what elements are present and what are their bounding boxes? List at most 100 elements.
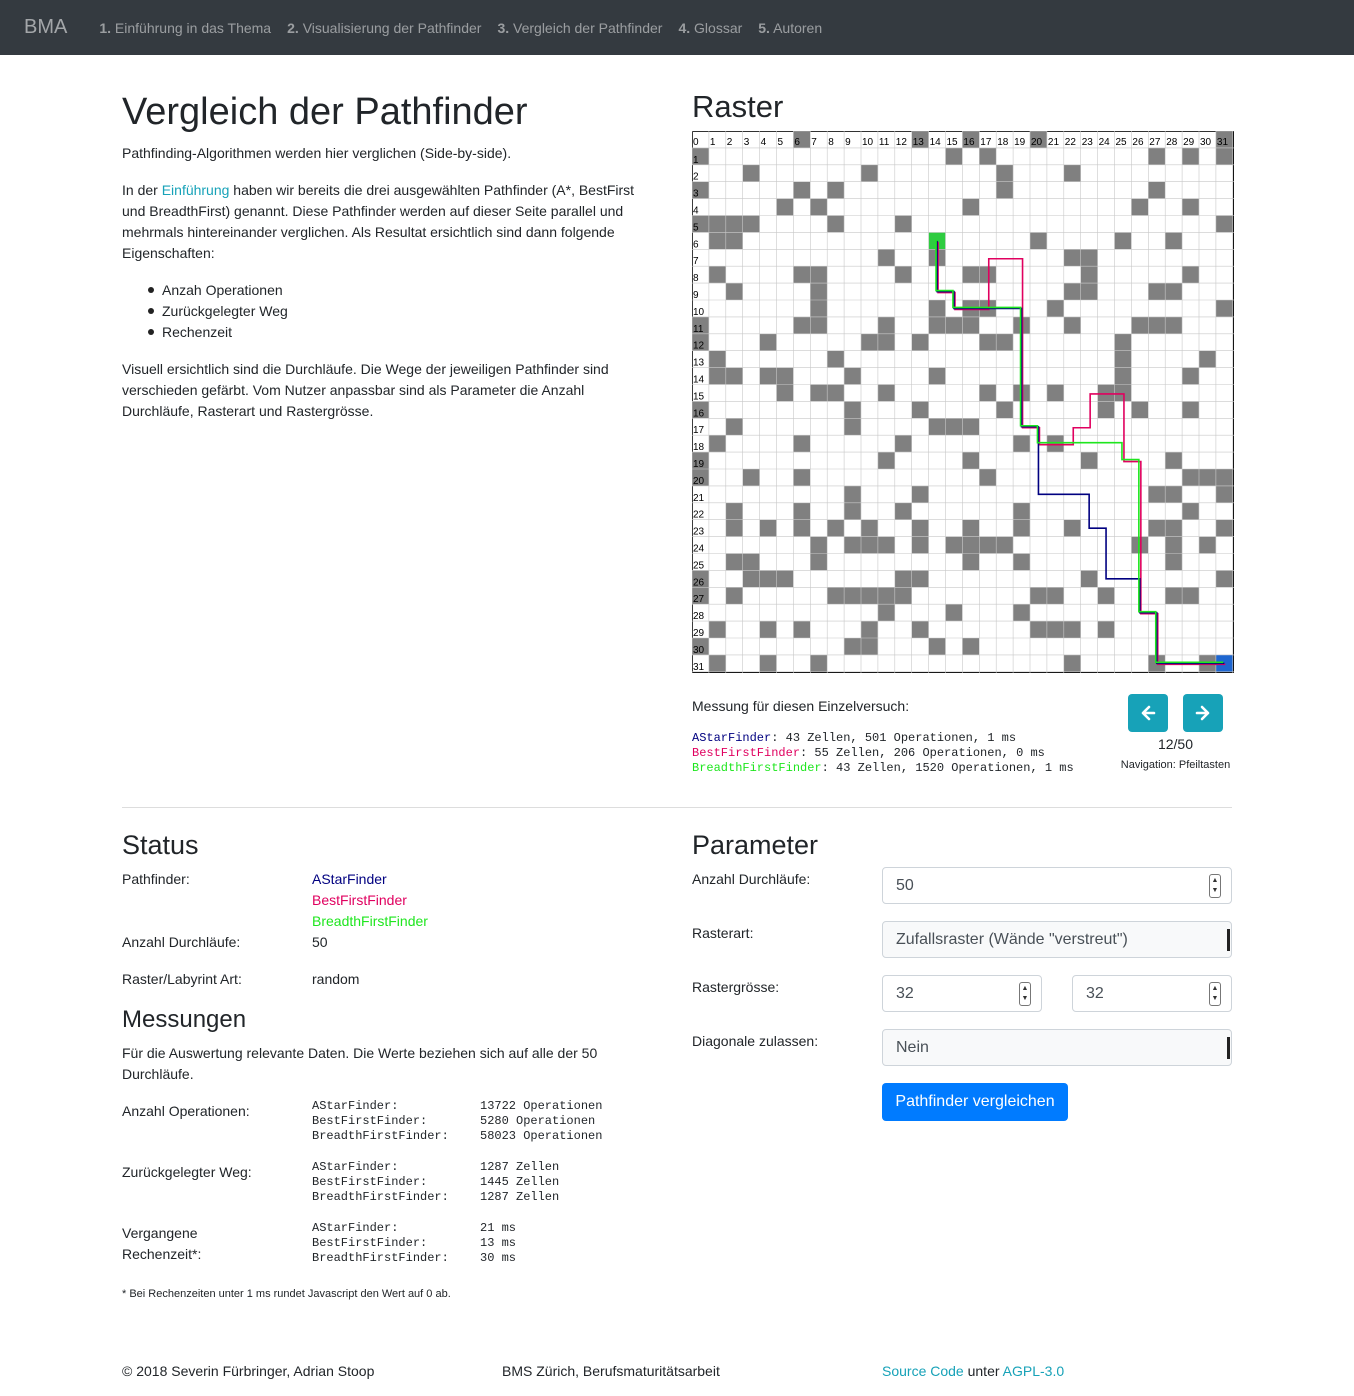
wall-cell (742, 570, 760, 588)
wall-cell (861, 638, 878, 655)
wall-cell (1199, 536, 1216, 554)
nav-item-autoren[interactable]: 5. Autoren (758, 20, 822, 36)
wall-cell (1046, 621, 1064, 638)
spinner-icon[interactable]: ▲ ▼ (1019, 982, 1031, 1006)
row-number: 29 (693, 628, 705, 639)
wall-cell (928, 638, 946, 655)
wall-cell (962, 198, 980, 216)
diagonal-select[interactable]: Nein (882, 1029, 1232, 1066)
row-number: 16 (693, 408, 705, 419)
nav-item-glossar[interactable]: 4. Glossar (678, 20, 742, 36)
wall-cell (911, 570, 929, 588)
column-number: 27 (1149, 137, 1161, 148)
wall-cell (894, 570, 912, 588)
page-title: Vergleich der Pathfinder (122, 91, 528, 133)
wall-cell (1215, 215, 1233, 233)
wall-cell (1215, 519, 1233, 537)
wall-cell (810, 536, 828, 554)
wall-cell (861, 587, 878, 605)
wall-cell (1182, 147, 1199, 165)
measurements-title: Messungen (122, 1006, 247, 1033)
brand-logo[interactable]: BMA (24, 16, 67, 39)
wall-cell (979, 469, 997, 486)
wall-cell (1131, 401, 1149, 419)
license-link[interactable]: AGPL-3.0 (1003, 1363, 1064, 1379)
dropdown-icon (1227, 1037, 1230, 1059)
wall-cell (996, 401, 1014, 419)
wall-cell (1182, 502, 1199, 520)
wall-cell (911, 333, 929, 351)
wall-cell (945, 536, 963, 554)
footer-school: BMS Zürich, Berufsmaturitätsarbeit (502, 1363, 720, 1379)
row-number: 3 (693, 189, 699, 200)
wall-cell (844, 638, 861, 655)
wall-cell (894, 215, 912, 233)
row-number: 22 (693, 510, 705, 521)
wall-cell (1013, 519, 1030, 537)
wall-cell (1182, 367, 1199, 385)
nav-item-vergleich[interactable]: 3. Vergleich der Pathfinder (497, 20, 662, 36)
column-number: 13 (913, 137, 925, 148)
navbar: BMA 1. Einführung in das Thema 2. Visual… (0, 0, 1354, 55)
wall-cell (1013, 502, 1030, 520)
wall-cell (1165, 232, 1183, 250)
wall-cell (1215, 570, 1233, 588)
wall-cell (844, 587, 861, 605)
wall-cell (894, 502, 912, 520)
wall-cell (894, 587, 912, 605)
column-number: 3 (744, 137, 750, 148)
runs-input[interactable]: 50 ▲ ▼ (882, 867, 1232, 904)
param-diag-label: Diagonale zulassen: (692, 1033, 819, 1049)
source-code-link[interactable]: Source Code (882, 1363, 964, 1379)
wall-cell (1148, 485, 1166, 503)
nav-item-einfuehrung[interactable]: 1. Einführung in das Thema (99, 20, 271, 36)
next-button[interactable] (1183, 694, 1223, 732)
einfuehrung-link[interactable]: Einführung (162, 182, 230, 198)
status-title: Status (122, 830, 199, 860)
row-number: 26 (693, 577, 705, 588)
divider (122, 807, 1232, 808)
wall-cell (1030, 587, 1047, 605)
spinner-icon[interactable]: ▲ ▼ (1209, 874, 1221, 898)
grid-size-x-input[interactable]: 32 ▲ ▼ (882, 975, 1042, 1012)
row-number: 21 (693, 493, 705, 504)
wall-cell (962, 418, 980, 436)
grid-size-y-input[interactable]: 32 ▲ ▼ (1072, 975, 1232, 1012)
column-number: 6 (794, 137, 800, 148)
wall-cell (962, 553, 980, 571)
wall-cell (1148, 519, 1166, 537)
wall-cell (979, 266, 997, 284)
time-label: Vergangene Rechenzeit*: (122, 1225, 202, 1262)
wall-cell (1030, 621, 1047, 638)
wall-cell (911, 519, 929, 537)
wall-cell (1215, 485, 1233, 503)
wall-cell (877, 384, 895, 402)
row-number: 14 (693, 375, 705, 386)
navigation-hint: Navigation: Pfeiltasten (1120, 759, 1231, 771)
wall-cell (742, 553, 760, 571)
pathfinder-breadthfirst: BreadthFirstFinder (312, 913, 428, 929)
row-number: 12 (693, 341, 705, 352)
wall-cell (1063, 654, 1081, 672)
grid-type-select[interactable]: Zufallsraster (Wände "verstreut") (882, 921, 1232, 958)
spinner-icon[interactable]: ▲ ▼ (1209, 982, 1221, 1006)
wall-cell (962, 638, 980, 655)
time-values: 21 ms 13 ms 30 ms (480, 1221, 517, 1265)
raster-grid[interactable]: 0 1 2 3 4 5 6 7 8 9 10 11 12 13 14 15 16 17 18 19 20 21 22 23 24… (692, 131, 1234, 673)
wall-cell (1131, 198, 1149, 216)
wall-cell (793, 469, 811, 486)
wall-cell (861, 536, 878, 554)
row-number: 8 (693, 273, 699, 284)
row-number: 5 (693, 222, 699, 233)
compare-button[interactable]: Pathfinder vergleichen (882, 1083, 1068, 1121)
wall-cell (1030, 232, 1047, 250)
wall-cell (877, 249, 895, 267)
wall-cell (877, 333, 895, 351)
nav-item-visualisierung[interactable]: 2. Visualisierung der Pathfinder (287, 20, 481, 36)
previous-button[interactable] (1128, 694, 1168, 732)
wall-cell (911, 621, 929, 638)
wall-cell (793, 502, 811, 520)
wall-cell (810, 316, 828, 334)
wall-cell (827, 215, 845, 233)
distance-label: Zurückgelegter Weg: (122, 1164, 252, 1180)
